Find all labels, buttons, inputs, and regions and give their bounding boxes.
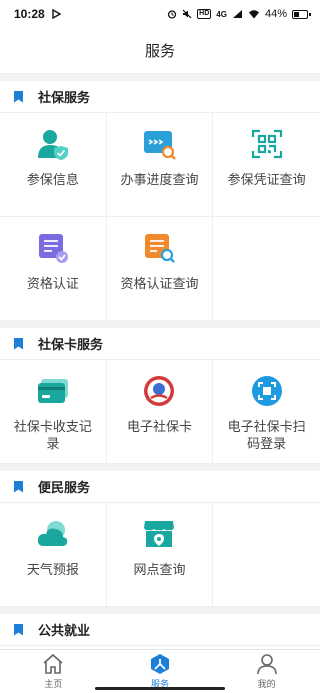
scan-certificate-icon: [250, 127, 284, 161]
service-label: 资格认证查询: [120, 276, 199, 291]
service-label: 电子社保卡扫码登录: [227, 419, 306, 451]
section-social-card: 社保卡服务 社保卡收支记录 电子社保卡 电子社保卡扫码登录: [0, 328, 320, 464]
section-title: 公共就业: [38, 623, 91, 638]
service-weather[interactable]: 天气预报: [0, 503, 107, 607]
bookmark-icon: [14, 623, 23, 636]
network-label: 4G: [216, 9, 227, 19]
card-records-icon: [36, 374, 70, 408]
section-header: 公共就业: [0, 614, 320, 646]
tab-home[interactable]: 主页: [0, 650, 107, 693]
bookmark-icon: [14, 480, 23, 493]
tab-label: 主页: [44, 679, 63, 689]
hd-icon: HD: [197, 9, 212, 19]
service-list[interactable]: 社保服务 参保信息 办事进度查询 参保凭证查询 资格认证 资格认证查询 社保卡服…: [0, 74, 320, 649]
service-label: 参保凭证查询: [227, 172, 306, 187]
battery-percent: 44%: [264, 8, 287, 20]
empty-cell: [213, 503, 320, 607]
service-label: 办事进度查询: [120, 172, 199, 187]
mute-icon: [182, 9, 192, 19]
service-qualification-query[interactable]: 资格认证查询: [106, 217, 214, 321]
service-card-records[interactable]: 社保卡收支记录: [0, 360, 107, 464]
section-header: 社保服务: [0, 81, 320, 113]
tab-label: 我的: [257, 679, 276, 689]
section-title: 便民服务: [38, 480, 91, 495]
service-progress-query[interactable]: 办事进度查询: [106, 113, 214, 217]
service-label: 参保信息: [26, 172, 79, 187]
service-qualification-auth[interactable]: 资格认证: [0, 217, 107, 321]
page-title: 服务: [0, 28, 320, 74]
signal-icon: [232, 10, 242, 18]
service-person-icon: [149, 653, 171, 675]
service-e-social-card[interactable]: 电子社保卡: [106, 360, 214, 464]
service-certificate-query[interactable]: 参保凭证查询: [213, 113, 320, 217]
service-label: 资格认证: [26, 276, 79, 291]
store-location-icon: [142, 517, 176, 551]
service-e-card-scan-login[interactable]: 电子社保卡扫码登录: [213, 360, 320, 464]
bookmark-icon: [14, 90, 23, 103]
alarm-icon: [168, 10, 177, 19]
person-shield-icon: [36, 127, 70, 161]
service-label: 电子社保卡: [126, 419, 192, 434]
bookmark-icon: [14, 337, 23, 350]
service-insurance-info[interactable]: 参保信息: [0, 113, 107, 217]
status-bar: 10:28 HD 4G 44%: [0, 0, 320, 28]
service-label: 社保卡收支记录: [13, 419, 92, 451]
qr-scan-icon: [250, 374, 284, 408]
empty-cell: [213, 217, 320, 321]
tab-mine[interactable]: 我的: [213, 650, 320, 693]
social-security-emblem-icon: [142, 374, 176, 408]
home-indicator[interactable]: [95, 687, 225, 690]
bottom-tab-bar: 主页 服务 我的: [0, 649, 320, 693]
section-title: 社保卡服务: [38, 337, 104, 352]
wifi-icon: [248, 10, 259, 19]
progress-search-icon: [142, 127, 177, 161]
section-convenience: 便民服务 天气预报 网点查询: [0, 471, 320, 607]
status-time: 10:28: [14, 7, 45, 21]
section-social-insurance: 社保服务 参保信息 办事进度查询 参保凭证查询 资格认证 资格认证查询: [0, 81, 320, 321]
service-outlet-query[interactable]: 网点查询: [106, 503, 214, 607]
section-title: 社保服务: [38, 90, 91, 105]
certificate-search-icon: [142, 231, 176, 265]
battery-icon: [292, 9, 311, 19]
home-icon: [42, 653, 64, 675]
section-header: 便民服务: [0, 471, 320, 503]
play-store-icon: [52, 9, 61, 19]
section-header: 社保卡服务: [0, 328, 320, 360]
service-label: 天气预报: [26, 562, 79, 577]
user-profile-icon: [256, 653, 278, 675]
service-label: 网点查询: [133, 562, 186, 577]
certificate-check-icon: [36, 231, 70, 265]
section-public-employment: 公共就业: [0, 614, 320, 649]
cloud-weather-icon: [36, 517, 70, 551]
